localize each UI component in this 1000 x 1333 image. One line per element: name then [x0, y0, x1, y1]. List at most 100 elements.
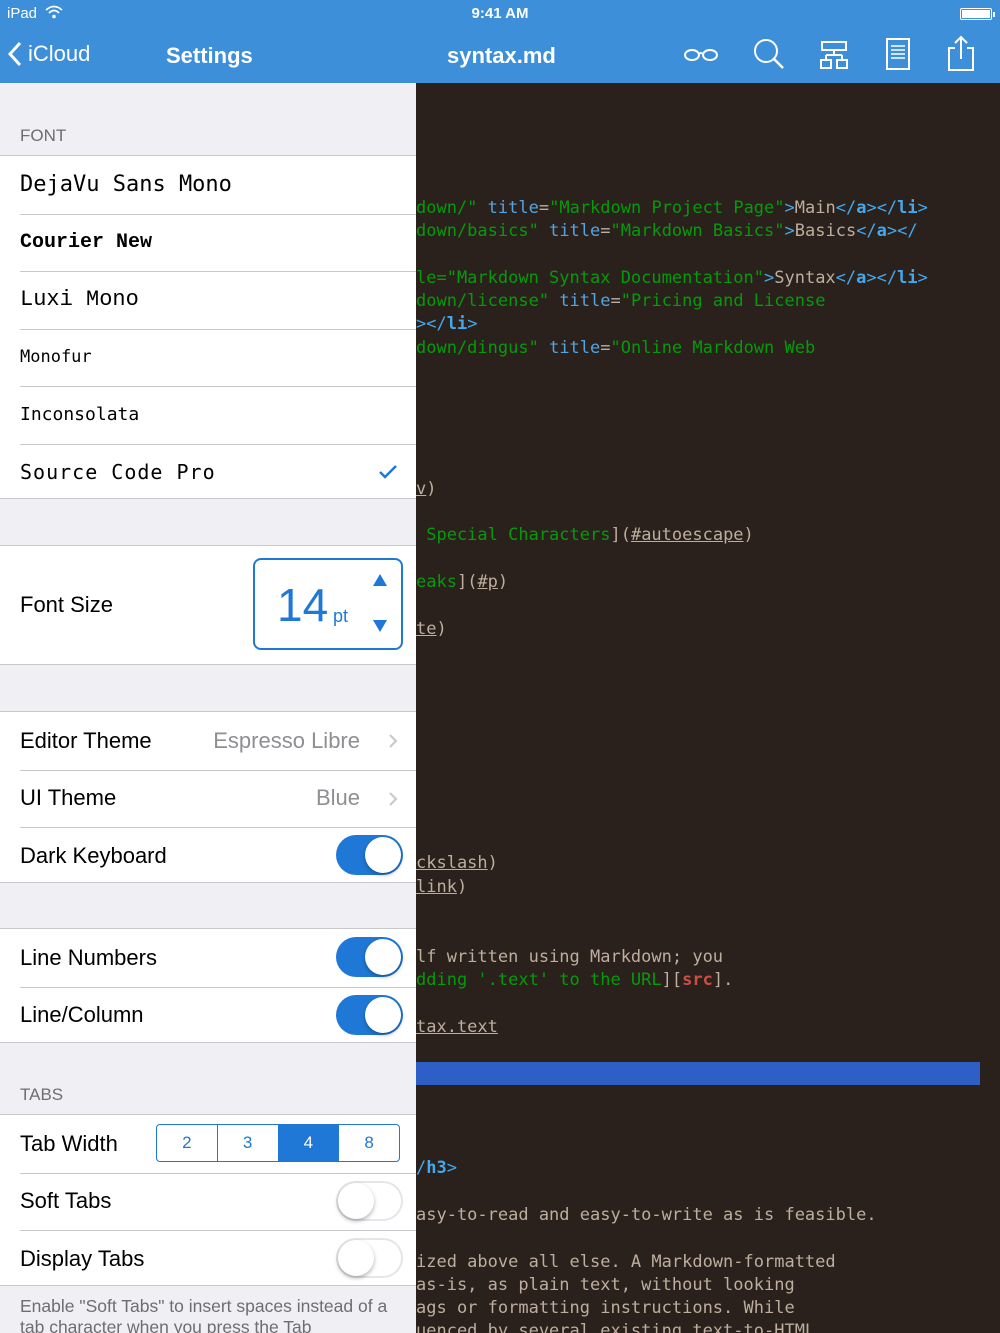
code-line: /h3> — [416, 1157, 457, 1179]
font-size-row: Font Size 14 pt — [0, 546, 416, 664]
triangle-down-icon[interactable] — [373, 620, 387, 632]
chevron-left-icon — [8, 41, 22, 67]
tabs-footer-note: Enable "Soft Tabs" to insert spaces inst… — [20, 1296, 388, 1333]
glasses-icon[interactable] — [681, 35, 721, 75]
font-row-source-code-pro[interactable]: Source Code Pro — [0, 443, 416, 502]
soft-tabs-label: Soft Tabs — [20, 1188, 112, 1214]
font-size-group: Font Size 14 pt — [0, 545, 416, 665]
line-numbers-label: Line Numbers — [20, 944, 157, 970]
code-token: ></ — [866, 268, 898, 288]
code-token: ]( — [610, 525, 631, 545]
code-token: title — [549, 221, 601, 241]
search-icon[interactable] — [749, 35, 789, 75]
code-line: Special Characters](#autoescape) — [416, 524, 754, 546]
code-token: li — [897, 268, 918, 288]
code-token: "Markdown Basics" — [610, 221, 785, 241]
line-numbers-toggle[interactable] — [336, 937, 403, 977]
tab-width-segmented-control: 2 3 4 8 — [156, 1124, 400, 1162]
tab-width-option-3[interactable]: 3 — [218, 1125, 279, 1161]
code-line: le="Markdown Syntax Documentation">Synta… — [416, 267, 928, 289]
ui-theme-row[interactable]: UI Theme Blue — [0, 769, 416, 828]
code-token: a — [856, 198, 867, 218]
code-line: ized above all else. A Markdown-formatte… — [416, 1251, 836, 1273]
dark-keyboard-toggle[interactable] — [336, 835, 403, 875]
code-token: Basics — [794, 221, 857, 241]
share-icon[interactable] — [941, 35, 981, 75]
code-token: ags or formatting instructions. While — [416, 1298, 795, 1318]
code-line: te) — [416, 618, 447, 640]
code-token: > — [764, 268, 775, 288]
document-icon[interactable] — [878, 35, 918, 75]
tab-width-option-2[interactable]: 2 — [157, 1125, 218, 1161]
code-token: ) — [487, 853, 498, 873]
display-tabs-toggle[interactable] — [336, 1238, 403, 1278]
font-name: Courier New — [20, 230, 153, 254]
code-token: link — [416, 877, 457, 897]
code-line: as-is, as plain text, without looking — [416, 1274, 795, 1296]
font-row-inconsolata[interactable]: Inconsolata — [0, 386, 416, 444]
tabs-section-header: TABS — [20, 1085, 64, 1104]
code-token: down/basics" — [416, 221, 539, 241]
code-token: > — [784, 221, 795, 241]
code-token: title — [559, 291, 611, 311]
code-token: </ — [835, 268, 857, 288]
status-time: 9:41 AM — [471, 5, 529, 22]
font-name: Luxi Mono — [20, 287, 139, 313]
code-token: dding '.text' to the URL — [416, 970, 662, 990]
code-token: ckslash — [416, 853, 488, 873]
tab-width-option-4[interactable]: 4 — [278, 1125, 340, 1161]
current-line-highlight — [416, 1062, 980, 1085]
code-token: uenced by several existing text-to-HTML — [416, 1321, 816, 1333]
code-token: ]. — [712, 970, 734, 990]
code-token: src — [682, 970, 713, 990]
code-line: down/license" title="Pricing and License — [416, 290, 825, 312]
code-token: #p — [477, 572, 498, 592]
soft-tabs-row: Soft Tabs — [0, 1172, 416, 1231]
font-row-courier-new[interactable]: Courier New — [0, 213, 416, 272]
code-line: tax.text — [416, 1016, 498, 1038]
code-editor[interactable]: down/" title="Markdown Project Page">Mai… — [416, 83, 1000, 1333]
code-token: ) — [456, 877, 468, 897]
code-token: = — [600, 221, 611, 241]
code-token: li — [446, 314, 468, 334]
font-section-header: FONT — [20, 126, 67, 145]
tabs-group: Tab Width 2 3 4 8 Soft Tabs Display Tabs — [0, 1114, 416, 1286]
line-column-row: Line/Column — [0, 986, 416, 1045]
font-row-luxi-mono[interactable]: Luxi Mono — [0, 271, 416, 329]
code-token: ></ — [416, 314, 447, 334]
back-button[interactable]: iCloud — [8, 37, 90, 71]
code-token: te — [416, 619, 437, 639]
code-token: eaks — [416, 572, 457, 592]
code-token: down/license" — [416, 291, 550, 311]
display-tabs-row: Display Tabs — [0, 1230, 416, 1288]
code-token: ized above all else. A Markdown-formatte… — [416, 1252, 836, 1272]
settings-title: Settings — [166, 43, 253, 68]
code-token: Special Characters — [416, 525, 611, 545]
status-bar: iPad 9:41 AM — [0, 0, 1000, 27]
font-name: DejaVu Sans Mono — [20, 172, 232, 198]
code-line: dding '.text' to the URL][src]. — [416, 969, 733, 991]
theme-group: Editor Theme Espresso Libre UI Theme Blu… — [0, 711, 416, 883]
font-row-dejavu-sans-mono[interactable]: DejaVu Sans Mono — [0, 156, 416, 214]
code-token: > — [784, 198, 795, 218]
settings-panel: FONT DejaVu Sans Mono Courier New Luxi M… — [0, 83, 416, 1333]
code-token: h3 — [426, 1158, 447, 1178]
tab-width-option-8[interactable]: 8 — [339, 1125, 399, 1161]
ui-theme-label: UI Theme — [20, 785, 117, 811]
font-size-stepper[interactable]: 14 pt — [253, 558, 403, 650]
font-row-monofur[interactable]: Monofur — [0, 328, 416, 387]
line-column-toggle[interactable] — [336, 994, 403, 1035]
hierarchy-icon[interactable] — [814, 35, 854, 75]
soft-tabs-toggle[interactable] — [336, 1180, 403, 1221]
triangle-up-icon[interactable] — [373, 574, 387, 586]
code-line: link) — [416, 876, 467, 898]
editor-theme-row[interactable]: Editor Theme Espresso Libre — [0, 712, 416, 770]
code-line: asy-to-read and easy-to-write as is feas… — [416, 1204, 877, 1226]
code-token: ) — [743, 525, 754, 545]
code-token: title — [549, 338, 601, 358]
chevron-right-icon — [389, 791, 398, 806]
code-line: uenced by several existing text-to-HTML — [416, 1320, 815, 1333]
numbers-group: Line Numbers Line/Column — [0, 928, 416, 1043]
